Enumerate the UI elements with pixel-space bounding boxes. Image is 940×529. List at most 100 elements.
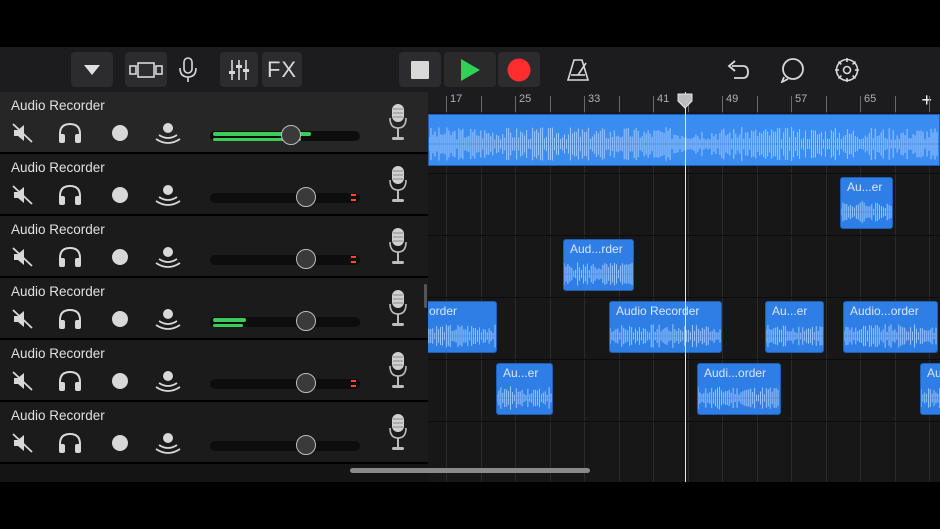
record-enable-button[interactable] (110, 308, 130, 330)
timeline[interactable]: + 17 25 33 41 49 57 65 Au...er Aud...rder order A… (428, 92, 940, 482)
track-header[interactable]: Audio Recorder (0, 154, 428, 216)
horizontal-scrollbar[interactable] (350, 468, 590, 473)
input-monitor-button[interactable] (155, 432, 181, 454)
add-section-button[interactable]: + (921, 92, 932, 111)
track-resize-handle[interactable] (424, 284, 427, 308)
track-name[interactable]: Audio Recorder (11, 284, 105, 299)
audio-region[interactable]: Audio Recorder (609, 301, 722, 353)
audio-region[interactable]: order (428, 301, 497, 353)
audio-region[interactable]: Aud...rder (563, 239, 634, 291)
volume-knob[interactable] (296, 249, 316, 269)
solo-button[interactable] (57, 122, 83, 144)
track-name[interactable]: Audio Recorder (11, 160, 105, 175)
mute-button[interactable] (11, 308, 35, 330)
solo-button[interactable] (57, 432, 83, 454)
track-header[interactable]: Audio Recorder (0, 278, 428, 340)
stop-button[interactable] (399, 52, 441, 87)
record-enable-button[interactable] (110, 432, 130, 454)
clip-indicator (351, 385, 356, 387)
settings-button[interactable] (831, 52, 863, 87)
mixer-button[interactable] (220, 52, 258, 87)
waveform (610, 324, 721, 348)
audio-region[interactable]: Au...er (765, 301, 824, 353)
undo-icon (727, 59, 749, 79)
speaker-muted-icon (12, 123, 33, 143)
mute-button[interactable] (11, 246, 35, 268)
track-header[interactable]: Audio Recorder (0, 216, 428, 278)
volume-slider[interactable] (210, 441, 360, 451)
metronome-button[interactable] (562, 52, 594, 87)
record-enable-button[interactable] (110, 184, 130, 206)
monitor-icon (155, 371, 181, 392)
mute-button[interactable] (11, 432, 35, 454)
track-name[interactable]: Audio Recorder (11, 346, 105, 361)
ruler-bar-label: 41 (657, 93, 670, 105)
ruler-bar-label: 25 (519, 93, 532, 105)
record-enable-button[interactable] (110, 370, 130, 392)
audio-region[interactable]: Audio...order (843, 301, 938, 353)
mute-button[interactable] (11, 370, 35, 392)
volume-knob[interactable] (296, 311, 316, 331)
monitor-icon (155, 309, 181, 330)
solo-button[interactable] (57, 370, 83, 392)
record-dot-icon (112, 125, 128, 141)
volume-slider[interactable] (210, 193, 360, 203)
tracks-dropdown-button[interactable] (71, 52, 113, 87)
audio-region[interactable]: Audi...order (697, 363, 781, 415)
input-monitor-button[interactable] (155, 370, 181, 392)
volume-knob[interactable] (296, 187, 316, 207)
solo-button[interactable] (57, 184, 83, 206)
mute-button[interactable] (11, 184, 35, 206)
track-header[interactable]: Audio Recorder (0, 92, 428, 154)
monitor-icon (155, 185, 181, 206)
region-label: Au...er (503, 366, 539, 380)
audio-region[interactable]: Au...er (840, 177, 893, 229)
solo-button[interactable] (57, 246, 83, 268)
microphone-icon (388, 227, 408, 272)
input-monitor-button[interactable] (155, 308, 181, 330)
audio-region[interactable]: Au (920, 363, 940, 415)
playhead-handle[interactable] (677, 93, 693, 109)
volume-knob[interactable] (296, 373, 316, 393)
playhead[interactable] (685, 92, 686, 482)
input-monitor-button[interactable] (155, 122, 181, 144)
loop-browser-button[interactable] (777, 52, 809, 87)
input-monitor-button[interactable] (155, 184, 181, 206)
microphone-icon (388, 103, 408, 148)
volume-knob[interactable] (296, 435, 316, 455)
volume-slider[interactable] (210, 379, 360, 389)
clip-indicator (351, 380, 356, 382)
ruler-tick (584, 96, 585, 112)
mute-button[interactable] (11, 122, 35, 144)
audio-region[interactable]: Au...er (496, 363, 553, 415)
track-header[interactable]: Audio Recorder (0, 402, 428, 464)
view-toggle-button[interactable] (125, 52, 167, 87)
region-label: Au...er (847, 180, 883, 194)
instrument-button[interactable] (172, 52, 204, 87)
undo-button[interactable] (722, 52, 754, 87)
track-name[interactable]: Audio Recorder (11, 222, 105, 237)
headphones-icon (59, 122, 81, 143)
record-button[interactable] (498, 52, 540, 87)
solo-button[interactable] (57, 308, 83, 330)
lane-divider (428, 235, 940, 236)
input-monitor-button[interactable] (155, 246, 181, 268)
track-header[interactable]: Audio Recorder (0, 340, 428, 402)
region-label: order (429, 304, 458, 318)
volume-slider[interactable] (210, 255, 360, 265)
record-enable-button[interactable] (110, 122, 130, 144)
audio-region[interactable] (428, 114, 940, 166)
track-name[interactable]: Audio Recorder (11, 98, 105, 113)
speaker-muted-icon (12, 247, 33, 267)
ruler-bar-label: 57 (795, 93, 808, 105)
region-label: Aud...rder (570, 242, 623, 256)
record-enable-button[interactable] (110, 246, 130, 268)
clip-indicator (351, 194, 356, 196)
fx-button[interactable]: FX (262, 52, 302, 87)
volume-knob[interactable] (281, 125, 301, 145)
gear-icon (835, 57, 859, 82)
speaker-muted-icon (12, 185, 33, 205)
track-name[interactable]: Audio Recorder (11, 408, 105, 423)
level-meter (213, 318, 246, 322)
play-button[interactable] (444, 52, 496, 87)
